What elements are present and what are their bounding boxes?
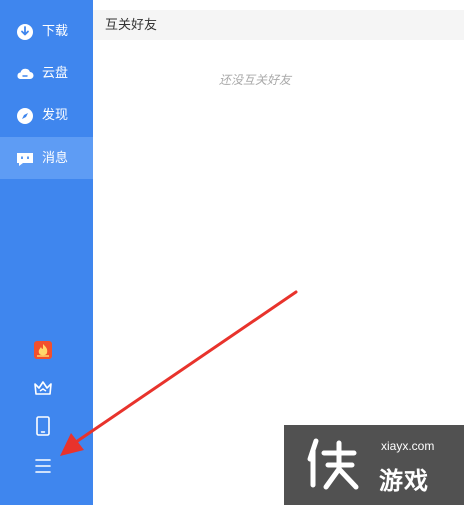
sidebar-item-label: 消息	[42, 150, 69, 165]
compass-icon	[17, 108, 33, 124]
cloud-icon	[17, 68, 34, 79]
watermark-url: xiayx.com	[381, 439, 435, 453]
empty-state-text: 还没互关好友	[218, 73, 291, 87]
crown-icon[interactable]	[31, 376, 55, 400]
sidebar-item-label: 下载	[42, 23, 69, 38]
download-icon	[17, 24, 33, 40]
watermark: xiayx.com 游戏	[284, 425, 464, 505]
watermark-logo-icon	[307, 438, 359, 490]
sidebar-item-messages[interactable]: 消息	[0, 137, 93, 179]
sidebar: 下载 云盘 发现 消息	[0, 0, 93, 505]
phone-icon[interactable]	[31, 414, 55, 438]
sidebar-item-label: 云盘	[42, 65, 69, 80]
sidebar-item-cloud[interactable]: 云盘	[0, 52, 93, 94]
page-title: 互关好友	[105, 17, 158, 32]
sidebar-item-discover[interactable]: 发现	[0, 94, 93, 136]
sidebar-item-label: 发现	[42, 107, 69, 122]
crown-fire-badge-icon[interactable]	[31, 338, 55, 362]
friends-header: 互关好友	[93, 10, 464, 40]
menu-icon[interactable]	[31, 454, 55, 478]
message-icon	[17, 153, 33, 166]
watermark-name: 游戏	[379, 468, 429, 495]
sidebar-item-download[interactable]: 下载	[0, 10, 93, 52]
